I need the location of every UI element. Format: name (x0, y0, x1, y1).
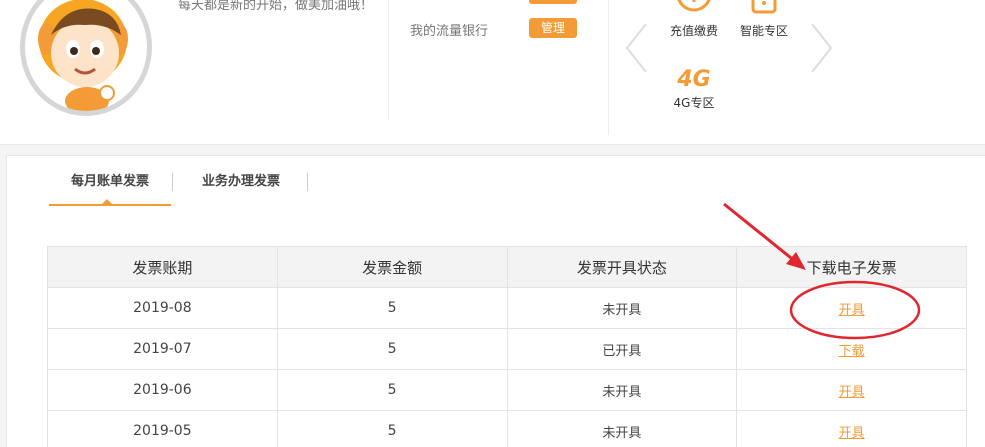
invoice-action-cell: 开具 (736, 410, 967, 447)
invoice-period: 2019-07 (47, 328, 278, 370)
invoice-period: 2019-08 (47, 287, 278, 329)
chevron-left-icon[interactable] (624, 22, 650, 74)
invoice-amount: 5 (276, 410, 508, 447)
service-4g-zone[interactable]: 4G 4G专区 (659, 62, 729, 111)
divider (608, 0, 609, 135)
svg-text:4G: 4G (676, 67, 710, 90)
column-header: 发票开具状态 (506, 246, 738, 288)
download-invoice-link[interactable]: 下载 (839, 344, 865, 359)
tab-label: 业务办理发票 (202, 174, 281, 189)
invoice-amount: 5 (276, 287, 508, 329)
divider (388, 0, 389, 120)
tab-label: 每月账单发票 (70, 174, 149, 189)
invoice-amount: 5 (276, 369, 508, 411)
invoice-status: 未开具 (506, 369, 738, 411)
invoice-amount: 5 (276, 328, 508, 370)
issue-invoice-link[interactable]: 开具 (839, 303, 865, 318)
column-header: 下载电子发票 (736, 246, 967, 288)
user-greeting: 每天都是新的开始，做美加油哦！ (178, 0, 374, 13)
manage-button[interactable]: 管理 (529, 18, 577, 38)
service-label: 智能专区 (739, 24, 788, 38)
divider (307, 173, 308, 191)
invoice-status: 未开具 (506, 287, 738, 329)
top-action-button[interactable] (529, 0, 577, 4)
smart-zone-icon (751, 0, 777, 14)
column-header: 发票金额 (276, 246, 508, 288)
invoice-table: 发票账期 发票金额 发票开具状态 下载电子发票 2019-08 5 未开具 开具… (47, 246, 967, 447)
invoice-period: 2019-05 (47, 410, 278, 447)
table-header-row: 发票账期 发票金额 发票开具状态 下载电子发票 (47, 246, 967, 288)
issue-invoice-link[interactable]: 开具 (839, 426, 865, 441)
user-panel: 每天都是新的开始，做美加油哦！ 我的流量银行 管理 充值缴费 智能专区 4G 4… (0, 0, 985, 145)
tab-business-invoice[interactable]: 业务办理发票 (202, 168, 280, 206)
divider (172, 173, 173, 191)
avatar[interactable] (20, 0, 152, 116)
invoice-action-cell: 开具 (736, 369, 967, 411)
invoice-status: 未开具 (506, 410, 738, 447)
4g-zone-icon: 4G (676, 67, 710, 90)
chevron-right-icon[interactable] (808, 22, 834, 74)
invoice-action-cell: 下载 (736, 328, 967, 370)
table-row: 2019-05 5 未开具 开具 (47, 410, 967, 447)
table-row: 2019-06 5 未开具 开具 (47, 369, 967, 411)
issue-invoice-link[interactable]: 开具 (839, 385, 865, 400)
service-recharge[interactable]: 充值缴费 (659, 0, 729, 39)
invoice-status: 已开具 (506, 328, 738, 370)
flow-bank-label: 我的流量银行 (410, 24, 489, 39)
mascot-avatar-image (27, 0, 143, 111)
column-header: 发票账期 (47, 246, 278, 288)
table-row: 2019-08 5 未开具 开具 (47, 287, 967, 329)
active-tab-caret (101, 199, 113, 205)
invoice-period: 2019-06 (47, 369, 278, 411)
table-row: 2019-07 5 已开具 下载 (47, 328, 967, 370)
service-label: 充值缴费 (669, 24, 718, 38)
recharge-icon (677, 0, 711, 12)
service-smart-zone[interactable]: 智能专区 (729, 0, 799, 39)
service-label: 4G专区 (673, 96, 715, 110)
invoice-card: 每月账单发票 业务办理发票 发票账期 发票金额 发票开具状态 下载电子发票 20… (6, 155, 985, 447)
invoice-action-cell: 开具 (736, 287, 967, 329)
